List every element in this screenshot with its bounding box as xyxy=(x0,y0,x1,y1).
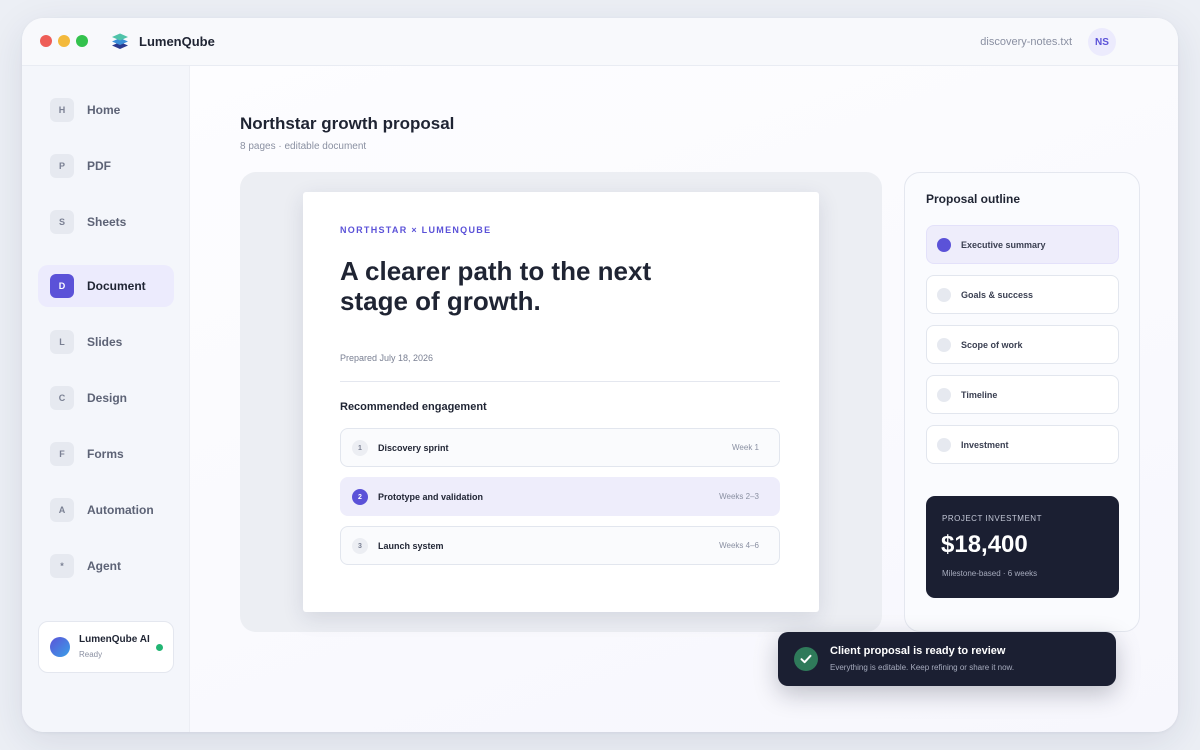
step-label: Prototype and validation xyxy=(378,492,484,502)
investment-note: Milestone-based · 6 weeks xyxy=(942,569,1038,578)
sidebar-item-label: Automation xyxy=(87,503,154,517)
sidebar-item-home[interactable]: H Home xyxy=(38,89,174,131)
step-duration: Week 1 xyxy=(732,443,759,452)
outline-dot xyxy=(937,438,951,452)
sidebar-item-design[interactable]: C Design xyxy=(38,377,174,419)
outline-item-goals[interactable]: Goals & success xyxy=(926,275,1119,314)
nav-badge: S xyxy=(50,210,74,234)
nav-badge: A xyxy=(50,498,74,522)
sidebar-item-sheets[interactable]: S Sheets xyxy=(38,201,174,243)
outline-item-label: Investment xyxy=(961,440,1009,450)
step-number: 3 xyxy=(352,538,368,554)
outline-item-scope[interactable]: Scope of work xyxy=(926,325,1119,364)
sidebar-item-label: Sheets xyxy=(87,215,127,229)
success-toast[interactable]: Client proposal is ready to review Every… xyxy=(778,632,1116,686)
step-label: Launch system xyxy=(378,541,444,551)
toast-title: Client proposal is ready to review xyxy=(830,645,1006,657)
nav-badge: F xyxy=(50,442,74,466)
engagement-step[interactable]: 2 Prototype and validation Weeks 2–3 xyxy=(340,477,780,516)
document-canvas: NORTHSTAR × LUMENQUBE A clearer path to … xyxy=(240,172,882,632)
sidebar: H Home P PDF S Sheets D Document L Slide… xyxy=(22,66,190,732)
outline-item-label: Goals & success xyxy=(961,290,1034,300)
engagement-step[interactable]: 1 Discovery sprint Week 1 xyxy=(340,428,780,467)
step-number: 1 xyxy=(352,440,368,456)
sidebar-item-automation[interactable]: A Automation xyxy=(38,489,174,531)
layers-icon xyxy=(112,33,128,49)
outline-dot xyxy=(937,338,951,352)
assistant-card[interactable]: LumenQube AI Ready xyxy=(38,621,174,673)
step-duration: Weeks 4–6 xyxy=(719,541,759,550)
title-bar: LumenQube discovery-notes.txt NS xyxy=(22,18,1178,66)
nav-badge: * xyxy=(50,554,74,578)
nav-badge: L xyxy=(50,330,74,354)
page-headline[interactable]: A clearer path to the next stage of grow… xyxy=(340,256,700,316)
close-window-button[interactable] xyxy=(40,35,52,47)
sidebar-item-forms[interactable]: F Forms xyxy=(38,433,174,475)
step-label: Discovery sprint xyxy=(378,443,449,453)
proposal-outline-panel: Proposal outline Executive summary Goals… xyxy=(904,172,1140,632)
prepared-date: Prepared July 18, 2026 xyxy=(340,353,434,363)
sidebar-item-pdf[interactable]: P PDF xyxy=(38,145,174,187)
outline-item-label: Timeline xyxy=(961,390,998,400)
nav-badge: H xyxy=(50,98,74,122)
outline-item-label: Scope of work xyxy=(961,340,1023,350)
sidebar-item-document[interactable]: D Document xyxy=(38,265,174,307)
page-subtitle: 8 pages · editable document xyxy=(240,141,367,152)
minimize-window-button[interactable] xyxy=(58,35,70,47)
investment-card: PROJECT INVESTMENT $18,400 Milestone-bas… xyxy=(926,496,1119,598)
app-window: LumenQube discovery-notes.txt NS H Home … xyxy=(22,18,1178,732)
investment-value: $18,400 xyxy=(941,531,1028,558)
outline-item-label: Executive summary xyxy=(961,240,1046,250)
sidebar-item-label: Document xyxy=(87,279,146,293)
assistant-avatar xyxy=(50,637,70,657)
maximize-window-button[interactable] xyxy=(76,35,88,47)
outline-dot xyxy=(937,388,951,402)
user-avatar[interactable]: NS xyxy=(1088,28,1116,56)
divider xyxy=(340,381,780,382)
outline-item-timeline[interactable]: Timeline xyxy=(926,375,1119,414)
sidebar-item-label: Agent xyxy=(87,559,121,573)
check-circle-icon xyxy=(794,647,818,671)
page-title: Northstar growth proposal xyxy=(240,114,455,133)
outline-item-executive-summary[interactable]: Executive summary xyxy=(926,225,1119,264)
nav-badge: P xyxy=(50,154,74,178)
outline-dot xyxy=(937,238,951,252)
sidebar-item-label: PDF xyxy=(87,159,111,173)
nav-badge: D xyxy=(50,274,74,298)
app-name: LumenQube xyxy=(139,34,215,49)
engagement-step[interactable]: 3 Launch system Weeks 4–6 xyxy=(340,526,780,565)
sidebar-item-label: Slides xyxy=(87,335,123,349)
outline-title: Proposal outline xyxy=(926,192,1021,206)
sidebar-item-label: Design xyxy=(87,391,128,405)
sidebar-item-label: Forms xyxy=(87,447,124,461)
page-eyebrow: NORTHSTAR × LUMENQUBE xyxy=(340,225,492,235)
sidebar-item-slides[interactable]: L Slides xyxy=(38,321,174,363)
sidebar-item-agent[interactable]: * Agent xyxy=(38,545,174,587)
assistant-name: LumenQube AI xyxy=(79,634,150,645)
file-name[interactable]: discovery-notes.txt xyxy=(980,36,1072,48)
nav-badge: C xyxy=(50,386,74,410)
online-status-dot xyxy=(156,644,163,651)
toast-message: Everything is editable. Keep refining or… xyxy=(830,663,1015,672)
outline-item-investment[interactable]: Investment xyxy=(926,425,1119,464)
assistant-status: Ready xyxy=(79,650,103,659)
step-duration: Weeks 2–3 xyxy=(719,492,759,501)
step-number: 2 xyxy=(352,489,368,505)
engagement-heading: Recommended engagement xyxy=(340,401,487,413)
document-page[interactable]: NORTHSTAR × LUMENQUBE A clearer path to … xyxy=(303,192,819,612)
sidebar-item-label: Home xyxy=(87,103,121,117)
outline-dot xyxy=(937,288,951,302)
investment-label: PROJECT INVESTMENT xyxy=(942,514,1042,523)
